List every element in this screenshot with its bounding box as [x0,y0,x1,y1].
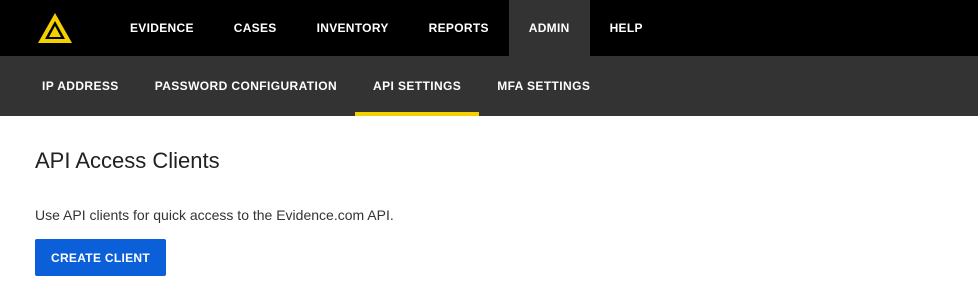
topnav-item-label: CASES [233,21,277,35]
topnav-item-label: HELP [609,21,643,35]
main-content: API Access Clients Use API clients for q… [0,116,978,277]
subnav-item-password-configuration[interactable]: PASSWORD CONFIGURATION [137,56,355,116]
admin-sub-navigation: IP ADDRESS PASSWORD CONFIGURATION API SE… [0,56,978,116]
subnav-item-ip-address[interactable]: IP ADDRESS [24,56,137,116]
subnav-item-label: API SETTINGS [373,79,462,93]
primary-nav: EVIDENCE CASES INVENTORY REPORTS ADMIN H… [110,0,663,56]
page-description: Use API clients for quick access to the … [35,207,394,224]
brand-logo[interactable] [0,0,110,56]
subnav-item-label: MFA SETTINGS [497,79,591,93]
topnav-item-inventory[interactable]: INVENTORY [297,0,409,56]
top-navigation-bar: EVIDENCE CASES INVENTORY REPORTS ADMIN H… [0,0,978,56]
topnav-item-cases[interactable]: CASES [214,0,297,56]
topnav-item-admin[interactable]: ADMIN [508,0,590,56]
topnav-item-label: REPORTS [428,21,489,35]
topnav-item-reports[interactable]: REPORTS [409,0,509,56]
subnav-item-label: IP ADDRESS [42,79,119,93]
create-client-button[interactable]: CREATE CLIENT [35,239,167,277]
topnav-item-help[interactable]: HELP [590,0,663,56]
topnav-item-evidence[interactable]: EVIDENCE [110,0,214,56]
subnav-item-label: PASSWORD CONFIGURATION [154,79,338,93]
axon-delta-logo-icon [38,13,72,43]
subnav-item-api-settings[interactable]: API SETTINGS [355,56,480,116]
topnav-item-label: EVIDENCE [130,21,194,35]
topnav-item-label: INVENTORY [316,21,389,35]
topnav-item-label: ADMIN [528,21,570,35]
subnav-item-mfa-settings[interactable]: MFA SETTINGS [479,56,608,116]
page-title: API Access Clients [35,148,220,173]
